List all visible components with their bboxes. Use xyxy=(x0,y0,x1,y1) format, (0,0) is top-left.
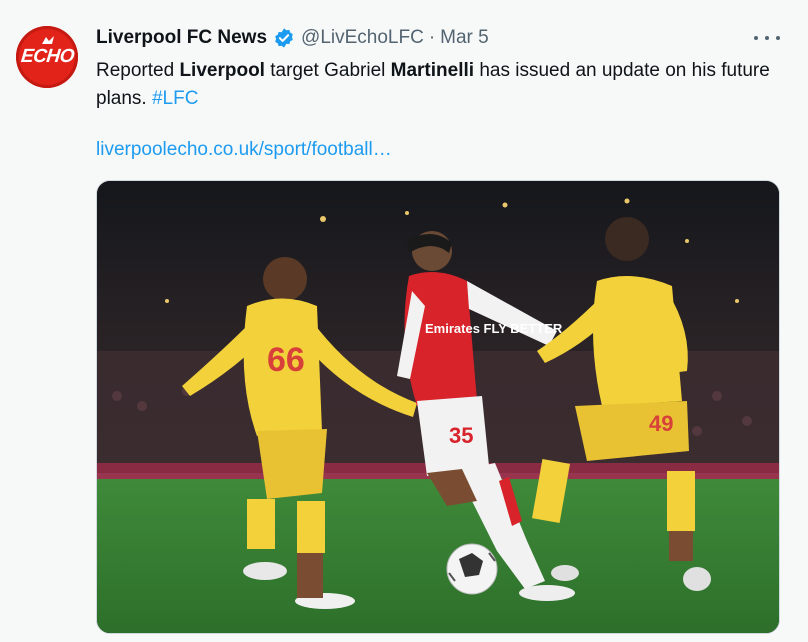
user-handle[interactable]: @LivEchoLFC xyxy=(301,27,424,49)
tweet-media-photo[interactable]: 66 Emirates FLY BETTER 35 49 xyxy=(96,180,780,634)
more-options-icon[interactable] xyxy=(754,28,780,48)
jersey-number-right: 49 xyxy=(649,411,673,436)
tweet-text: Reported Liverpool target Gabriel Martin… xyxy=(96,57,786,113)
liverbird-icon xyxy=(42,36,54,44)
article-link[interactable]: liverpoolecho.co.uk/sport/football… xyxy=(96,136,392,164)
text-part: target Gabriel xyxy=(264,60,391,81)
text-part: Reported xyxy=(96,60,180,81)
verified-badge-icon xyxy=(275,28,293,48)
tweet-date[interactable]: Mar 5 xyxy=(440,27,489,49)
football-photo: 66 Emirates FLY BETTER 35 49 xyxy=(97,181,779,633)
text-bold-martinelli: Martinelli xyxy=(390,60,475,81)
text-bold-liverpool: Liverpool xyxy=(179,60,265,81)
shirt-sponsor: Emirates FLY BETTER xyxy=(425,321,563,336)
avatar-logo-text: ECHO xyxy=(19,46,75,67)
tweet-card[interactable]: ECHO Liverpool FC News @LivEchoLFC · Mar… xyxy=(0,0,808,642)
jersey-number-left: 66 xyxy=(267,341,305,379)
jersey-number-center: 35 xyxy=(449,423,473,448)
display-name[interactable]: Liverpool FC News xyxy=(96,27,267,49)
profile-avatar[interactable]: ECHO xyxy=(16,26,78,88)
tweet-header: Liverpool FC News @LivEchoLFC · Mar 5 xyxy=(96,27,489,49)
header-separator: · xyxy=(428,27,436,48)
hashtag-link[interactable]: #LFC xyxy=(152,88,198,109)
